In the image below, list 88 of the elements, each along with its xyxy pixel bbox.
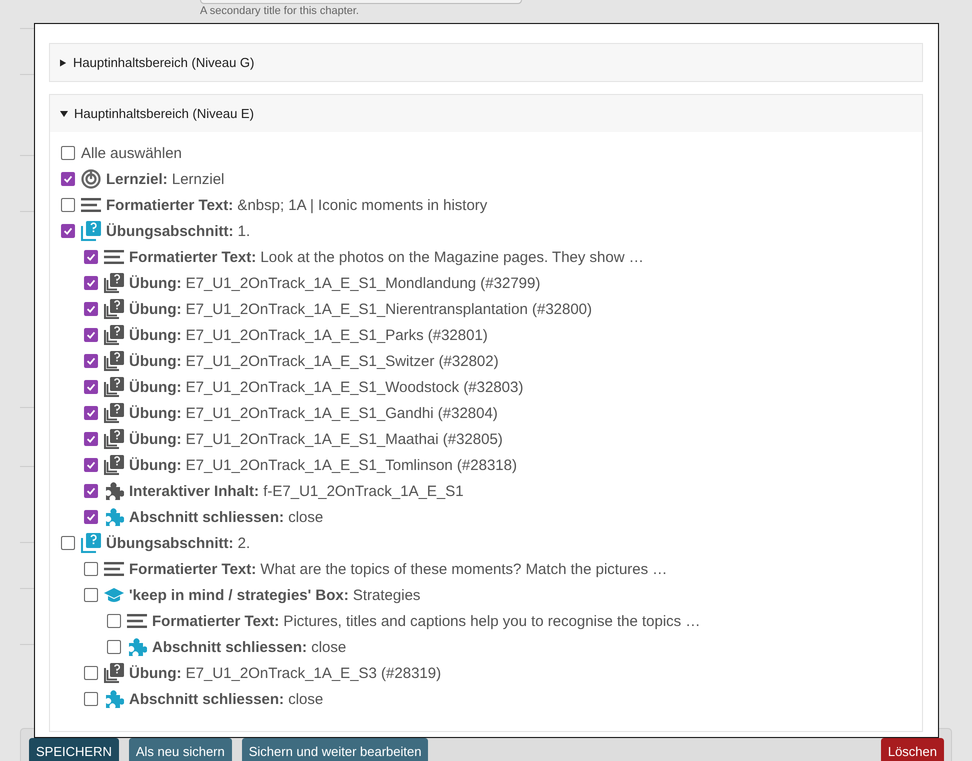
checkbox[interactable] (84, 250, 98, 264)
question-stack-icon (104, 455, 124, 475)
item-label: Lernziel: Lernziel (106, 170, 224, 188)
checkbox[interactable] (84, 354, 98, 368)
item-label: Interaktiver Inhalt: f-E7_U1_2OnTrack_1A_E_S1 (129, 482, 464, 500)
triangle-right-icon (60, 58, 67, 66)
puzzle-icon (104, 689, 124, 709)
item-label: Formatierter Text: Look at the photos on the Magazine pages. They show … (129, 248, 644, 266)
checkmark-icon (62, 173, 74, 185)
question-stack-icon (104, 403, 124, 423)
question-stack-icon (104, 351, 124, 371)
puzzle-icon (104, 507, 124, 527)
checkmark-icon (85, 459, 97, 471)
checkbox[interactable] (84, 666, 98, 680)
checkmark-icon (85, 329, 97, 341)
accordion-title: Hauptinhaltsbereich (Niveau E) (74, 106, 254, 121)
checkbox[interactable] (84, 380, 98, 394)
delete-button[interactable]: Löschen (880, 738, 944, 761)
checkmark-icon (62, 225, 74, 237)
item-label: Abschnitt schliessen: close (129, 508, 324, 526)
checkbox[interactable] (61, 224, 75, 238)
item-label: Formatierter Text: &nbsp; 1A | Iconic moments in history (106, 196, 488, 214)
item-label: Übung: E7_U1_2OnTrack_1A_E_S1_Woodstock (#32803) (129, 378, 524, 396)
item-label: Übung: E7_U1_2OnTrack_1A_E_S1_Tomlinson (#28318) (129, 456, 517, 474)
item-label: Übungsabschnitt: 2. (106, 534, 250, 552)
item-label: Übung: E7_U1_2OnTrack_1A_E_S1_Maathai (#32805) (129, 430, 503, 448)
puzzle-icon (104, 481, 124, 501)
help-text: A secondary title for this chapter. (200, 5, 359, 17)
question-stack-icon (104, 377, 124, 397)
question-stack-icon (104, 273, 124, 293)
checkbox[interactable] (84, 328, 98, 342)
checkbox[interactable] (84, 432, 98, 446)
question-stack-icon (104, 663, 124, 683)
save-button[interactable]: Als neu sichern (128, 738, 232, 761)
checkmark-icon (85, 485, 97, 497)
checkmark-icon (85, 355, 97, 367)
item-label: Übung: E7_U1_2OnTrack_1A_E_S1_Switzer (#32802) (129, 352, 499, 370)
question-stack-icon (81, 221, 101, 241)
question-stack-icon (81, 533, 101, 553)
select-all-label: Alle auswählen (81, 144, 182, 162)
text-lines-icon (127, 614, 147, 628)
question-stack-icon (104, 325, 124, 345)
save-button[interactable]: Sichern und weiter bearbeiten (242, 738, 428, 761)
checkbox[interactable] (84, 276, 98, 290)
item-label: Formatierter Text: What are the topics of these moments? Match the pictures … (129, 560, 668, 578)
item-label: Formatierter Text: Pictures, titles and captions help you to recognise the topics … (152, 612, 700, 630)
checkmark-icon (85, 277, 97, 289)
item-label: Übung: E7_U1_2OnTrack_1A_E_S1_Nierentransplantation (#32800) (129, 300, 592, 318)
checkbox[interactable] (84, 302, 98, 316)
checkbox[interactable] (84, 484, 98, 498)
checkmark-icon (85, 303, 97, 315)
save-button[interactable]: SPEICHERN (29, 738, 119, 761)
checkbox[interactable] (84, 510, 98, 524)
item-label: 'keep in mind / strategies' Box: Strategies (129, 586, 420, 604)
checkbox[interactable] (107, 614, 121, 628)
checkmark-icon (85, 251, 97, 263)
text-lines-icon (81, 198, 101, 212)
item-label: Übung: E7_U1_2OnTrack_1A_E_S1_Gandhi (#32804) (129, 404, 498, 422)
question-stack-icon (104, 299, 124, 319)
checkbox[interactable] (84, 406, 98, 420)
checkbox[interactable] (61, 198, 75, 212)
checkbox[interactable] (84, 588, 98, 602)
item-label: Abschnitt schliessen: close (152, 638, 346, 656)
checkmark-icon (85, 433, 97, 445)
graduation-cap-icon (104, 587, 124, 603)
item-label: Abschnitt schliessen: close (129, 690, 324, 708)
text-lines-icon (104, 562, 124, 576)
checkbox[interactable] (61, 536, 75, 550)
target-icon (81, 169, 101, 189)
checkbox[interactable] (107, 640, 121, 654)
accordion-header[interactable]: Hauptinhaltsbereich (Niveau E) (50, 95, 922, 132)
checkmark-icon (85, 511, 97, 523)
text-lines-icon (104, 250, 124, 264)
item-label: Übungsabschnitt: 1. (106, 222, 250, 240)
checkbox[interactable] (84, 458, 98, 472)
question-stack-icon (104, 429, 124, 449)
checkbox[interactable] (61, 146, 75, 160)
checkbox[interactable] (61, 172, 75, 186)
puzzle-icon (127, 637, 147, 657)
accordion-title: Hauptinhaltsbereich (Niveau G) (73, 55, 254, 70)
triangle-down-icon (60, 110, 68, 118)
checkmark-icon (85, 407, 97, 419)
item-label: Übung: E7_U1_2OnTrack_1A_E_S1_Parks (#32801) (129, 326, 488, 344)
checkbox[interactable] (84, 562, 98, 576)
checkbox[interactable] (84, 692, 98, 706)
checkmark-icon (85, 381, 97, 393)
item-label: Übung: E7_U1_2OnTrack_1A_E_S3 (#28319) (129, 664, 442, 682)
item-label: Übung: E7_U1_2OnTrack_1A_E_S1_Mondlandung (#32799) (129, 274, 540, 292)
